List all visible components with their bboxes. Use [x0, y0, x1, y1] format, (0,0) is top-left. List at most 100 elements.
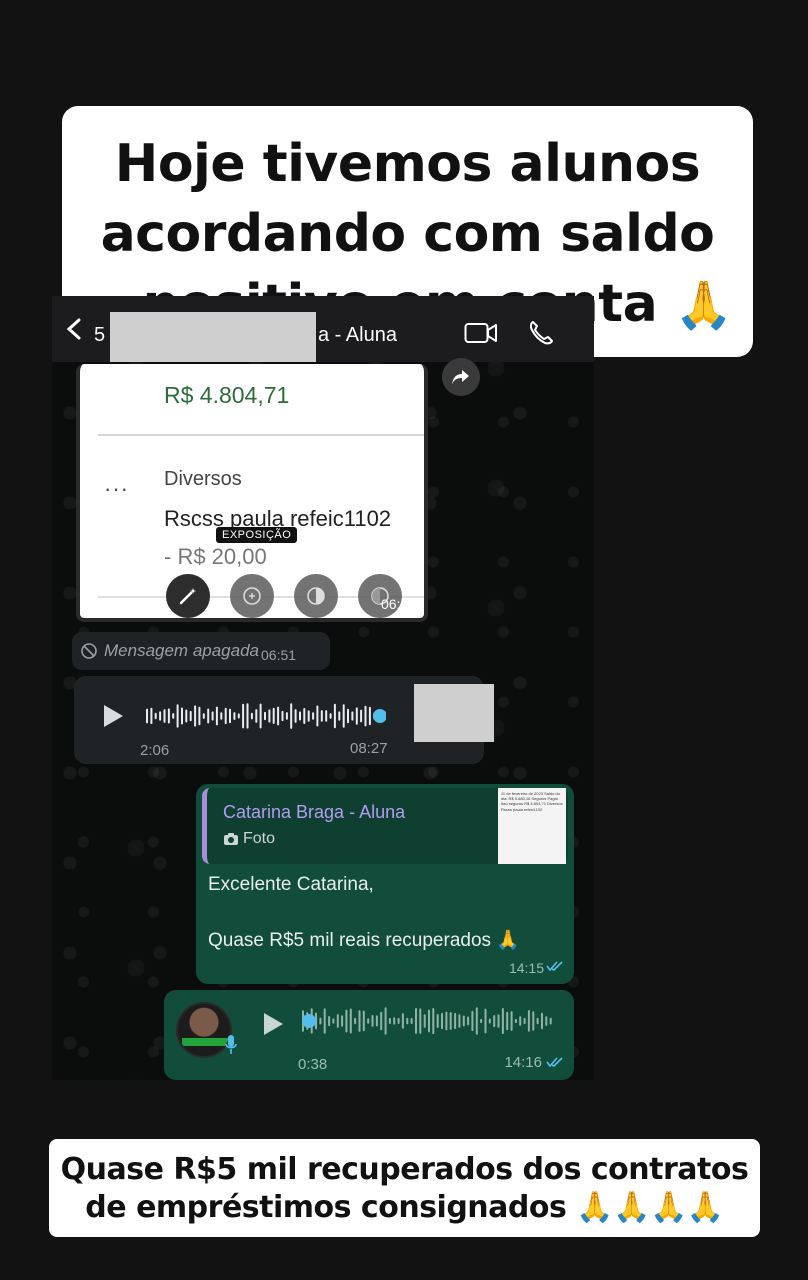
waveform-bar [367, 1018, 370, 1024]
waveform-bar [272, 707, 275, 724]
waveform-bar [497, 1014, 500, 1028]
waveform-bar [345, 1009, 348, 1033]
contact-name[interactable]: a - Aluna [318, 324, 397, 347]
play-icon[interactable] [262, 1012, 284, 1036]
waveform-bar [312, 712, 315, 720]
audio-waveform[interactable] [146, 702, 386, 730]
waveform-bar [449, 1012, 452, 1030]
waveform-bar [290, 703, 293, 729]
waveform-bar [536, 1017, 539, 1025]
outgoing-text-message[interactable]: Catarina Braga - Aluna Foto 11 de fevere… [196, 784, 574, 984]
play-icon[interactable] [102, 704, 124, 728]
waveform-bar [181, 707, 183, 725]
waveform-bar [419, 1008, 422, 1034]
redaction-box [110, 312, 316, 362]
waveform-bar [397, 1017, 400, 1024]
waveform-bar [532, 1011, 535, 1031]
waveform-bar [255, 709, 258, 723]
playback-position-dot[interactable] [373, 709, 386, 723]
incoming-voice-message[interactable]: 2:06 08:27 [74, 676, 494, 764]
exposure-button[interactable] [230, 574, 274, 618]
chat-header: 5 a - Aluna [52, 296, 594, 362]
waveform-bar [351, 711, 354, 721]
waveform-bar [176, 704, 179, 728]
message-text-line: Excelente Catarina, [208, 874, 374, 895]
waveform-bar [333, 703, 336, 729]
waveform-bar [471, 1010, 474, 1032]
audio-waveform[interactable] [302, 1006, 556, 1036]
quoted-message[interactable]: Catarina Braga - Aluna Foto 11 de fevere… [202, 788, 568, 864]
waveform-bar [401, 1013, 404, 1029]
waveform-bar [354, 1017, 357, 1025]
waveform-bar [167, 708, 170, 724]
waveform-bar [202, 713, 205, 719]
microphone-icon [225, 1035, 237, 1054]
quoted-author: Catarina Braga - Aluna [223, 802, 406, 822]
waveform-bar [406, 1017, 409, 1025]
message-time: 14:16 [504, 1054, 542, 1071]
magic-wand-icon [179, 588, 196, 605]
read-ticks-icon [546, 1057, 563, 1068]
waveform-bar [432, 1008, 435, 1035]
waveform-bar [154, 712, 157, 720]
waveform-bar [294, 709, 297, 723]
waveform-bar [207, 708, 210, 724]
exposure-icon [243, 587, 261, 605]
playback-position-dot[interactable] [302, 1014, 316, 1028]
exposure-tag: EXPOSIÇÃO [216, 527, 298, 543]
waveform-bar [393, 1017, 396, 1025]
waveform-bar [220, 712, 223, 720]
waveform-bar [347, 708, 349, 724]
image-message[interactable]: R$ 4.804,71 ··· Diversos Rscss paula ref… [76, 364, 428, 622]
chat-screenshot: 5 a - Aluna R$ 4.804,71 ··· Diversos Rsc… [52, 296, 594, 1080]
waveform-bar [415, 1008, 417, 1034]
waveform-bar [349, 1008, 352, 1034]
waveform-bar [233, 712, 236, 720]
magic-wand-button[interactable] [166, 574, 210, 618]
waveform-bar [172, 713, 175, 719]
video-call-icon[interactable] [464, 322, 498, 344]
waveform-bar [501, 1008, 504, 1034]
waveform-bar [338, 711, 341, 721]
camera-icon [224, 833, 238, 845]
waveform-bar [159, 711, 162, 721]
waveform-bar [364, 705, 367, 727]
caption-bottom-line-1: Quase R$5 mil recuperados dos contratos [60, 1152, 749, 1187]
waveform-bar [211, 711, 214, 721]
waveform-bar [410, 1017, 413, 1024]
waveform-bar [146, 708, 148, 724]
contrast-button[interactable] [294, 574, 338, 618]
phone-icon[interactable] [528, 320, 554, 346]
waveform-bar [541, 1012, 543, 1030]
redaction-box [414, 684, 494, 742]
quoted-type-label: Foto [243, 830, 276, 847]
waveform-bar [341, 1015, 344, 1027]
divider [98, 434, 424, 436]
waveform-bar [454, 1012, 457, 1030]
waveform-bar [510, 1011, 513, 1031]
waveform-bar [303, 708, 306, 724]
contrast-icon [307, 587, 325, 605]
caption-line-2: acordando com saldo [100, 204, 715, 264]
avatar-banner [182, 1038, 228, 1046]
caption-line-1: Hoje tivemos alunos [114, 134, 701, 194]
waveform-bar [436, 1014, 439, 1028]
waveform-bar [342, 704, 345, 728]
waveform-bar [388, 1017, 391, 1024]
waveform-bar [467, 1016, 470, 1026]
waveform-bar [194, 705, 197, 727]
waveform-bar [242, 703, 245, 729]
back-icon[interactable] [66, 318, 82, 340]
waveform-bar [299, 711, 301, 721]
deleted-message[interactable]: Mensagem apagada 06:51 [72, 632, 330, 670]
waveform-bar [268, 709, 271, 723]
waveform-bar [229, 708, 231, 724]
waveform-bar [514, 1018, 517, 1024]
forward-button[interactable] [442, 358, 480, 396]
read-ticks-icon [546, 961, 563, 972]
waveform-bar [371, 1015, 374, 1027]
contact-name-prefix: 5 [94, 324, 106, 346]
outgoing-voice-message[interactable]: 0:38 14:16 [164, 990, 574, 1080]
quoted-thumbnail: 11 de fevereiro de 2023 Saldo do dia: R$… [498, 788, 566, 864]
statement-amount-top: R$ 4.804,71 [164, 382, 290, 408]
